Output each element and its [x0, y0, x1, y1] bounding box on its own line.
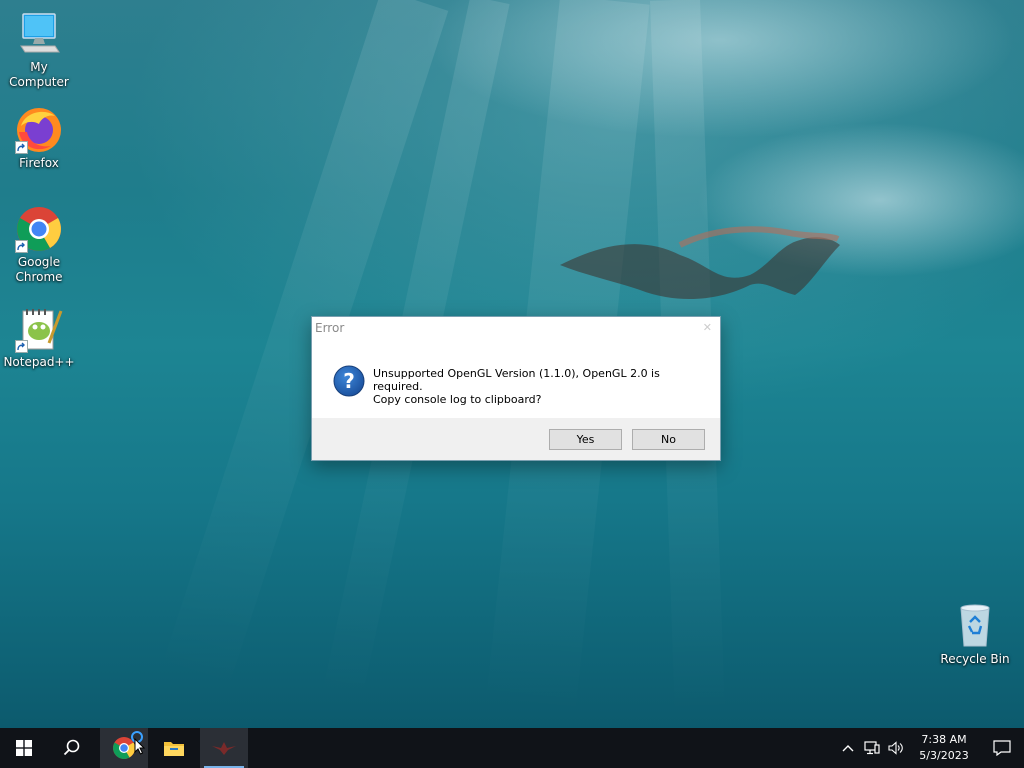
chevron-up-icon[interactable] — [836, 728, 860, 768]
system-tray: 7:38 AM 5/3/2023 — [836, 728, 1024, 768]
desktop-icon-firefox[interactable]: Firefox — [1, 106, 77, 171]
shortcut-arrow-icon — [15, 141, 28, 154]
svg-text:?: ? — [343, 369, 355, 393]
clock-time: 7:38 AM — [921, 733, 967, 746]
dialog-body: ? Unsupported OpenGL Version (1.1.0), Op… — [333, 365, 710, 406]
taskbar-game-app[interactable] — [200, 728, 248, 768]
dialog-title: Error — [315, 321, 345, 335]
computer-icon — [15, 10, 63, 58]
chrome-icon — [15, 205, 63, 253]
game-app-icon — [212, 742, 236, 755]
shortcut-arrow-icon — [15, 240, 28, 253]
mouse-cursor-icon — [134, 738, 146, 755]
desktop-icon-notepad-plus-plus[interactable]: Notepad++ — [1, 305, 77, 370]
windows-start-icon — [16, 740, 32, 756]
question-icon: ? — [333, 365, 365, 397]
no-button[interactable]: No — [632, 429, 705, 450]
desktop-icon-label: Firefox — [19, 156, 59, 170]
network-icon[interactable] — [860, 728, 884, 768]
desktop-icon-recycle-bin[interactable]: Recycle Bin — [937, 602, 1013, 667]
mermaid-tail-wallpaper — [560, 226, 840, 300]
taskbar: 7:38 AM 5/3/2023 — [0, 728, 1024, 768]
dialog-message-line: Unsupported OpenGL Version (1.1.0), Open… — [373, 367, 660, 393]
clock-date: 5/3/2023 — [919, 749, 969, 762]
dialog-message: Unsupported OpenGL Version (1.1.0), Open… — [373, 365, 710, 406]
notepad-plus-plus-icon — [15, 305, 63, 353]
dialog-message-line: Copy console log to clipboard? — [373, 393, 542, 406]
taskbar-chrome[interactable] — [100, 728, 148, 768]
search-button[interactable] — [48, 728, 96, 768]
taskbar-file-explorer[interactable] — [150, 728, 198, 768]
desktop-icon-my-computer[interactable]: My Computer — [1, 10, 77, 90]
taskbar-clock[interactable]: 7:38 AM 5/3/2023 — [914, 732, 974, 764]
start-button[interactable] — [0, 728, 48, 768]
dialog-footer: Yes No — [312, 418, 720, 460]
desktop-icon-label: Recycle Bin — [940, 652, 1010, 666]
file-explorer-icon — [164, 742, 184, 756]
desktop-icon-label: Notepad++ — [3, 355, 75, 369]
volume-icon[interactable] — [884, 728, 908, 768]
desktop-icon-label: Google Chrome — [15, 255, 63, 284]
yes-button[interactable]: Yes — [549, 429, 622, 450]
desktop-icon-google-chrome[interactable]: Google Chrome — [1, 205, 77, 285]
desktop-icon-label: My Computer — [9, 60, 69, 89]
close-icon[interactable]: ✕ — [703, 321, 712, 334]
error-dialog: Error ✕ ? Unsupported OpenGL Version (1.… — [311, 316, 721, 461]
notification-icon[interactable] — [980, 728, 1024, 768]
recycle-bin-icon — [951, 602, 999, 650]
shortcut-arrow-icon — [15, 340, 28, 353]
search-icon — [63, 739, 80, 756]
firefox-icon — [15, 106, 63, 154]
